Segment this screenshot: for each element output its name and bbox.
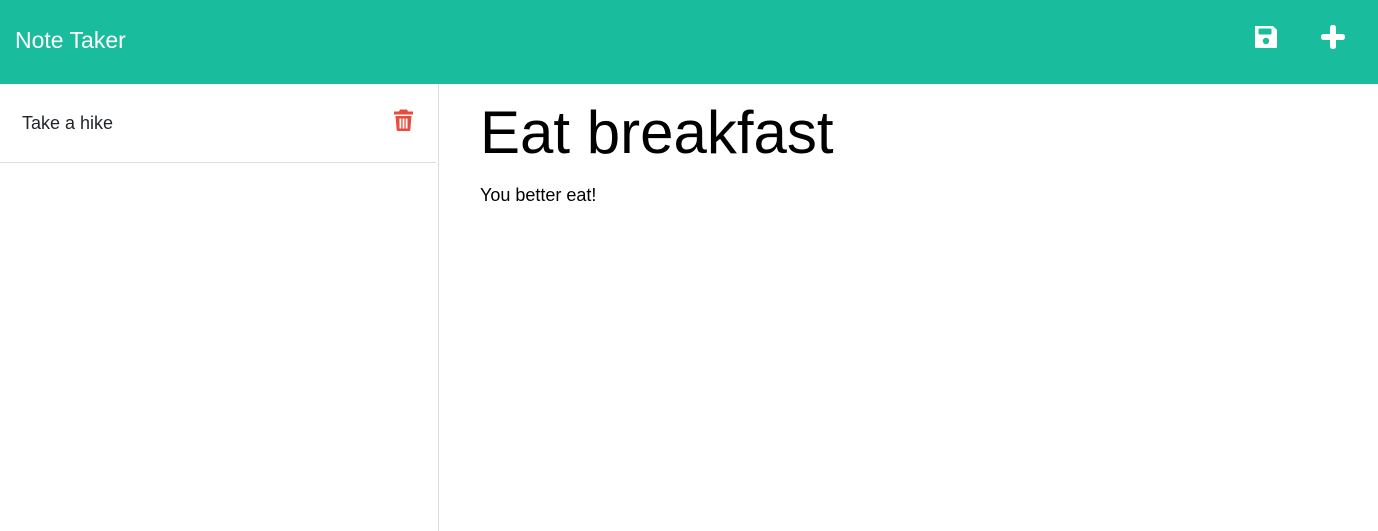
plus-icon [1321, 25, 1345, 49]
note-title-input[interactable]: Eat breakfast [480, 97, 834, 169]
save-note-button[interactable] [1249, 20, 1283, 54]
save-icon [1255, 26, 1277, 48]
delete-note-button[interactable] [392, 107, 414, 133]
note-list-item[interactable]: Take a hike [0, 84, 436, 163]
new-note-button[interactable] [1316, 20, 1350, 54]
note-text-area[interactable]: You better eat! [480, 184, 596, 206]
note-editor: Eat breakfast You better eat! [440, 84, 1378, 531]
trash-icon [393, 109, 413, 131]
note-list: Take a hike [0, 84, 439, 531]
brand-link[interactable]: Note Taker [15, 26, 126, 54]
note-list-item-title: Take a hike [22, 113, 114, 133]
navbar: Note Taker [0, 0, 1378, 84]
